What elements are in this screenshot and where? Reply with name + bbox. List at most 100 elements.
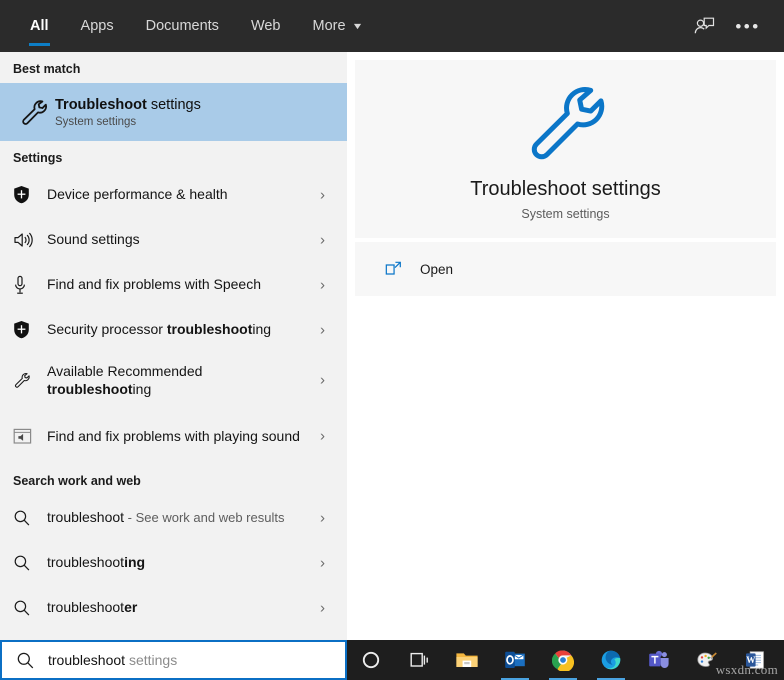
best-match-result[interactable]: Troubleshoot settings System settings	[0, 83, 347, 141]
search-icon	[14, 510, 30, 526]
web-result-troubleshooting[interactable]: troubleshooting ›	[0, 540, 347, 585]
search-autocomplete-text: settings	[125, 652, 178, 668]
taskbar: W wsxdn.com	[347, 640, 784, 680]
search-icon	[14, 600, 30, 616]
tab-all-label: All	[30, 18, 49, 34]
web-result-troubleshooter[interactable]: troubleshooter ›	[0, 585, 347, 630]
result-label: Device performance & health	[47, 186, 228, 203]
tab-apps-label: Apps	[80, 18, 114, 34]
result-label: Available Recommended troubleshooting	[47, 362, 307, 399]
best-match-subtitle: System settings	[55, 116, 137, 129]
tab-documents-label: Documents	[145, 18, 219, 34]
file-explorer-icon	[456, 653, 478, 667]
result-playing-sound-problems[interactable]: Find and fix problems with playing sound…	[0, 408, 347, 464]
person-feedback-icon	[694, 17, 715, 34]
taskbar-edge-button[interactable]	[587, 640, 635, 680]
taskbar-teams-button[interactable]	[635, 640, 683, 680]
taskbar-cortana-button[interactable]	[347, 640, 395, 680]
taskbar-task-view-button[interactable]	[395, 640, 443, 680]
tab-documents[interactable]: Documents	[130, 0, 235, 52]
result-available-recommended-troubleshooting[interactable]: Available Recommended troubleshooting ›	[0, 352, 347, 408]
search-input[interactable]: troubleshoot settings	[48, 652, 177, 668]
result-label: troubleshooter	[47, 598, 137, 616]
result-label: troubleshooting	[47, 553, 145, 571]
tab-active-underline	[29, 43, 50, 46]
result-icon-wrap	[13, 371, 47, 389]
preview-title: Troubleshoot settings	[470, 177, 661, 200]
windows-search-overlay: All Apps Documents Web More ▼ ••• Best m…	[0, 0, 784, 680]
result-label-post: ing	[132, 381, 152, 397]
watermark: wsxdn.com	[715, 662, 778, 677]
chevron-right-icon: ›	[320, 427, 325, 445]
chrome-icon	[552, 650, 574, 671]
open-external-icon	[385, 261, 401, 275]
result-label: troubleshoot - See work and web results	[47, 508, 284, 526]
web-suffix: - See work and web results	[124, 510, 285, 526]
chevron-right-icon: ›	[320, 599, 325, 616]
microphone-icon	[15, 275, 25, 294]
result-speech-problems[interactable]: Find and fix problems with Speech ›	[0, 262, 347, 307]
feedback-button[interactable]	[682, 0, 726, 52]
web-heading: Search work and web	[13, 474, 141, 488]
result-label-pre: Available Recommended	[47, 362, 203, 379]
chevron-right-icon: ›	[320, 321, 325, 338]
search-tabs: All Apps Documents Web More ▼	[0, 0, 377, 52]
chevron-right-icon: ›	[320, 186, 325, 203]
best-match-icon-wrap	[13, 97, 55, 127]
result-security-processor-troubleshooting[interactable]: Security processor troubleshooting ›	[0, 307, 347, 352]
speaker-icon	[14, 232, 33, 247]
web-tail: er	[124, 599, 138, 616]
best-match-title-rest: settings	[146, 96, 201, 113]
tab-all[interactable]: All	[14, 0, 65, 52]
result-icon-wrap	[13, 509, 47, 527]
taskbar-file-explorer-button[interactable]	[443, 640, 491, 680]
shield-icon	[14, 186, 29, 204]
header-actions: •••	[682, 0, 784, 52]
open-action-row[interactable]: Open	[355, 242, 776, 296]
more-options-button[interactable]: •••	[726, 0, 784, 52]
wrench-small-icon	[15, 372, 30, 388]
paint-icon	[697, 652, 717, 667]
result-icon-wrap	[13, 275, 47, 295]
results-panel: Best match Troubleshoot settings System …	[0, 52, 347, 640]
chevron-right-icon: ›	[320, 509, 325, 526]
web-result-troubleshoot-see-results[interactable]: troubleshoot - See work and web results …	[0, 495, 347, 540]
web-term: troubleshoot	[47, 599, 125, 616]
best-match-text: Troubleshoot settings System settings	[55, 96, 201, 128]
search-header: All Apps Documents Web More ▼ •••	[0, 0, 784, 52]
chevron-down-icon: ▼	[350, 20, 364, 31]
best-match-title: Troubleshoot settings	[55, 96, 201, 114]
best-match-title-bold: Troubleshoot	[55, 96, 147, 113]
search-typed-text: troubleshoot	[48, 652, 126, 668]
open-label: Open	[420, 261, 454, 277]
taskbar-outlook-button[interactable]	[491, 640, 539, 680]
result-icon-wrap	[13, 320, 47, 339]
chevron-right-icon: ›	[320, 231, 325, 248]
result-sound-settings[interactable]: Sound settings ›	[0, 217, 347, 262]
task-view-icon	[410, 652, 428, 667]
search-icon-wrap	[2, 651, 48, 670]
result-icon-wrap	[13, 185, 47, 204]
outlook-icon	[505, 651, 525, 668]
tab-more[interactable]: More ▼	[297, 0, 378, 52]
web-term: troubleshoot	[47, 554, 125, 571]
best-match-heading: Best match	[13, 62, 81, 76]
search-box[interactable]: troubleshoot settings	[0, 640, 347, 680]
window-speaker-icon	[13, 428, 32, 444]
result-icon-wrap	[13, 428, 47, 445]
web-result-troubleshooting-control-panel[interactable]: troubleshooting control panel ›	[0, 630, 347, 640]
tab-apps[interactable]: Apps	[65, 0, 130, 52]
tab-web[interactable]: Web	[235, 0, 297, 52]
preview-panel: Troubleshoot settings System settings Op…	[347, 52, 784, 640]
chevron-right-icon: ›	[320, 554, 325, 571]
tab-web-label: Web	[250, 18, 281, 34]
result-label-term: troubleshoot	[166, 321, 253, 338]
taskbar-chrome-button[interactable]	[539, 640, 587, 680]
web-term: troubleshoot	[47, 509, 125, 526]
result-label-term: troubleshoot	[47, 381, 133, 397]
settings-heading: Settings	[13, 151, 63, 165]
result-device-performance-health[interactable]: Device performance & health ›	[0, 172, 347, 217]
cortana-icon	[362, 651, 380, 669]
chevron-right-icon: ›	[320, 276, 325, 293]
search-icon	[14, 555, 30, 571]
